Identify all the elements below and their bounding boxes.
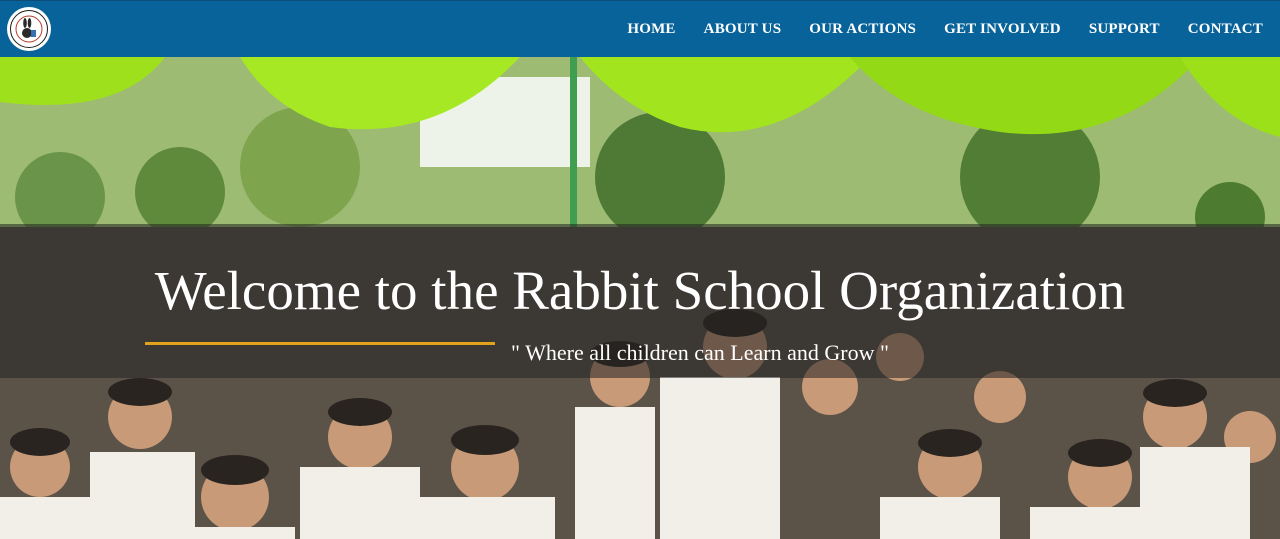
top-navbar: HOME ABOUT US OUR ACTIONS GET INVOLVED S… (0, 0, 1280, 57)
hero-title: Welcome to the Rabbit School Organizatio… (154, 260, 1126, 321)
site-logo[interactable] (7, 7, 51, 51)
accent-divider-line (145, 342, 495, 345)
hero-tagline: " Where all children can Learn and Grow … (511, 340, 889, 365)
nav-about-us[interactable]: ABOUT US (704, 21, 782, 38)
nav-our-actions[interactable]: OUR ACTIONS (809, 21, 916, 38)
nav-get-involved[interactable]: GET INVOLVED (944, 21, 1061, 38)
nav-support[interactable]: SUPPORT (1089, 21, 1160, 38)
nav-home[interactable]: HOME (627, 21, 675, 38)
main-nav: HOME ABOUT US OUR ACTIONS GET INVOLVED S… (599, 1, 1263, 58)
nav-contact[interactable]: CONTACT (1188, 21, 1263, 38)
rabbit-school-logo-icon (10, 10, 48, 48)
